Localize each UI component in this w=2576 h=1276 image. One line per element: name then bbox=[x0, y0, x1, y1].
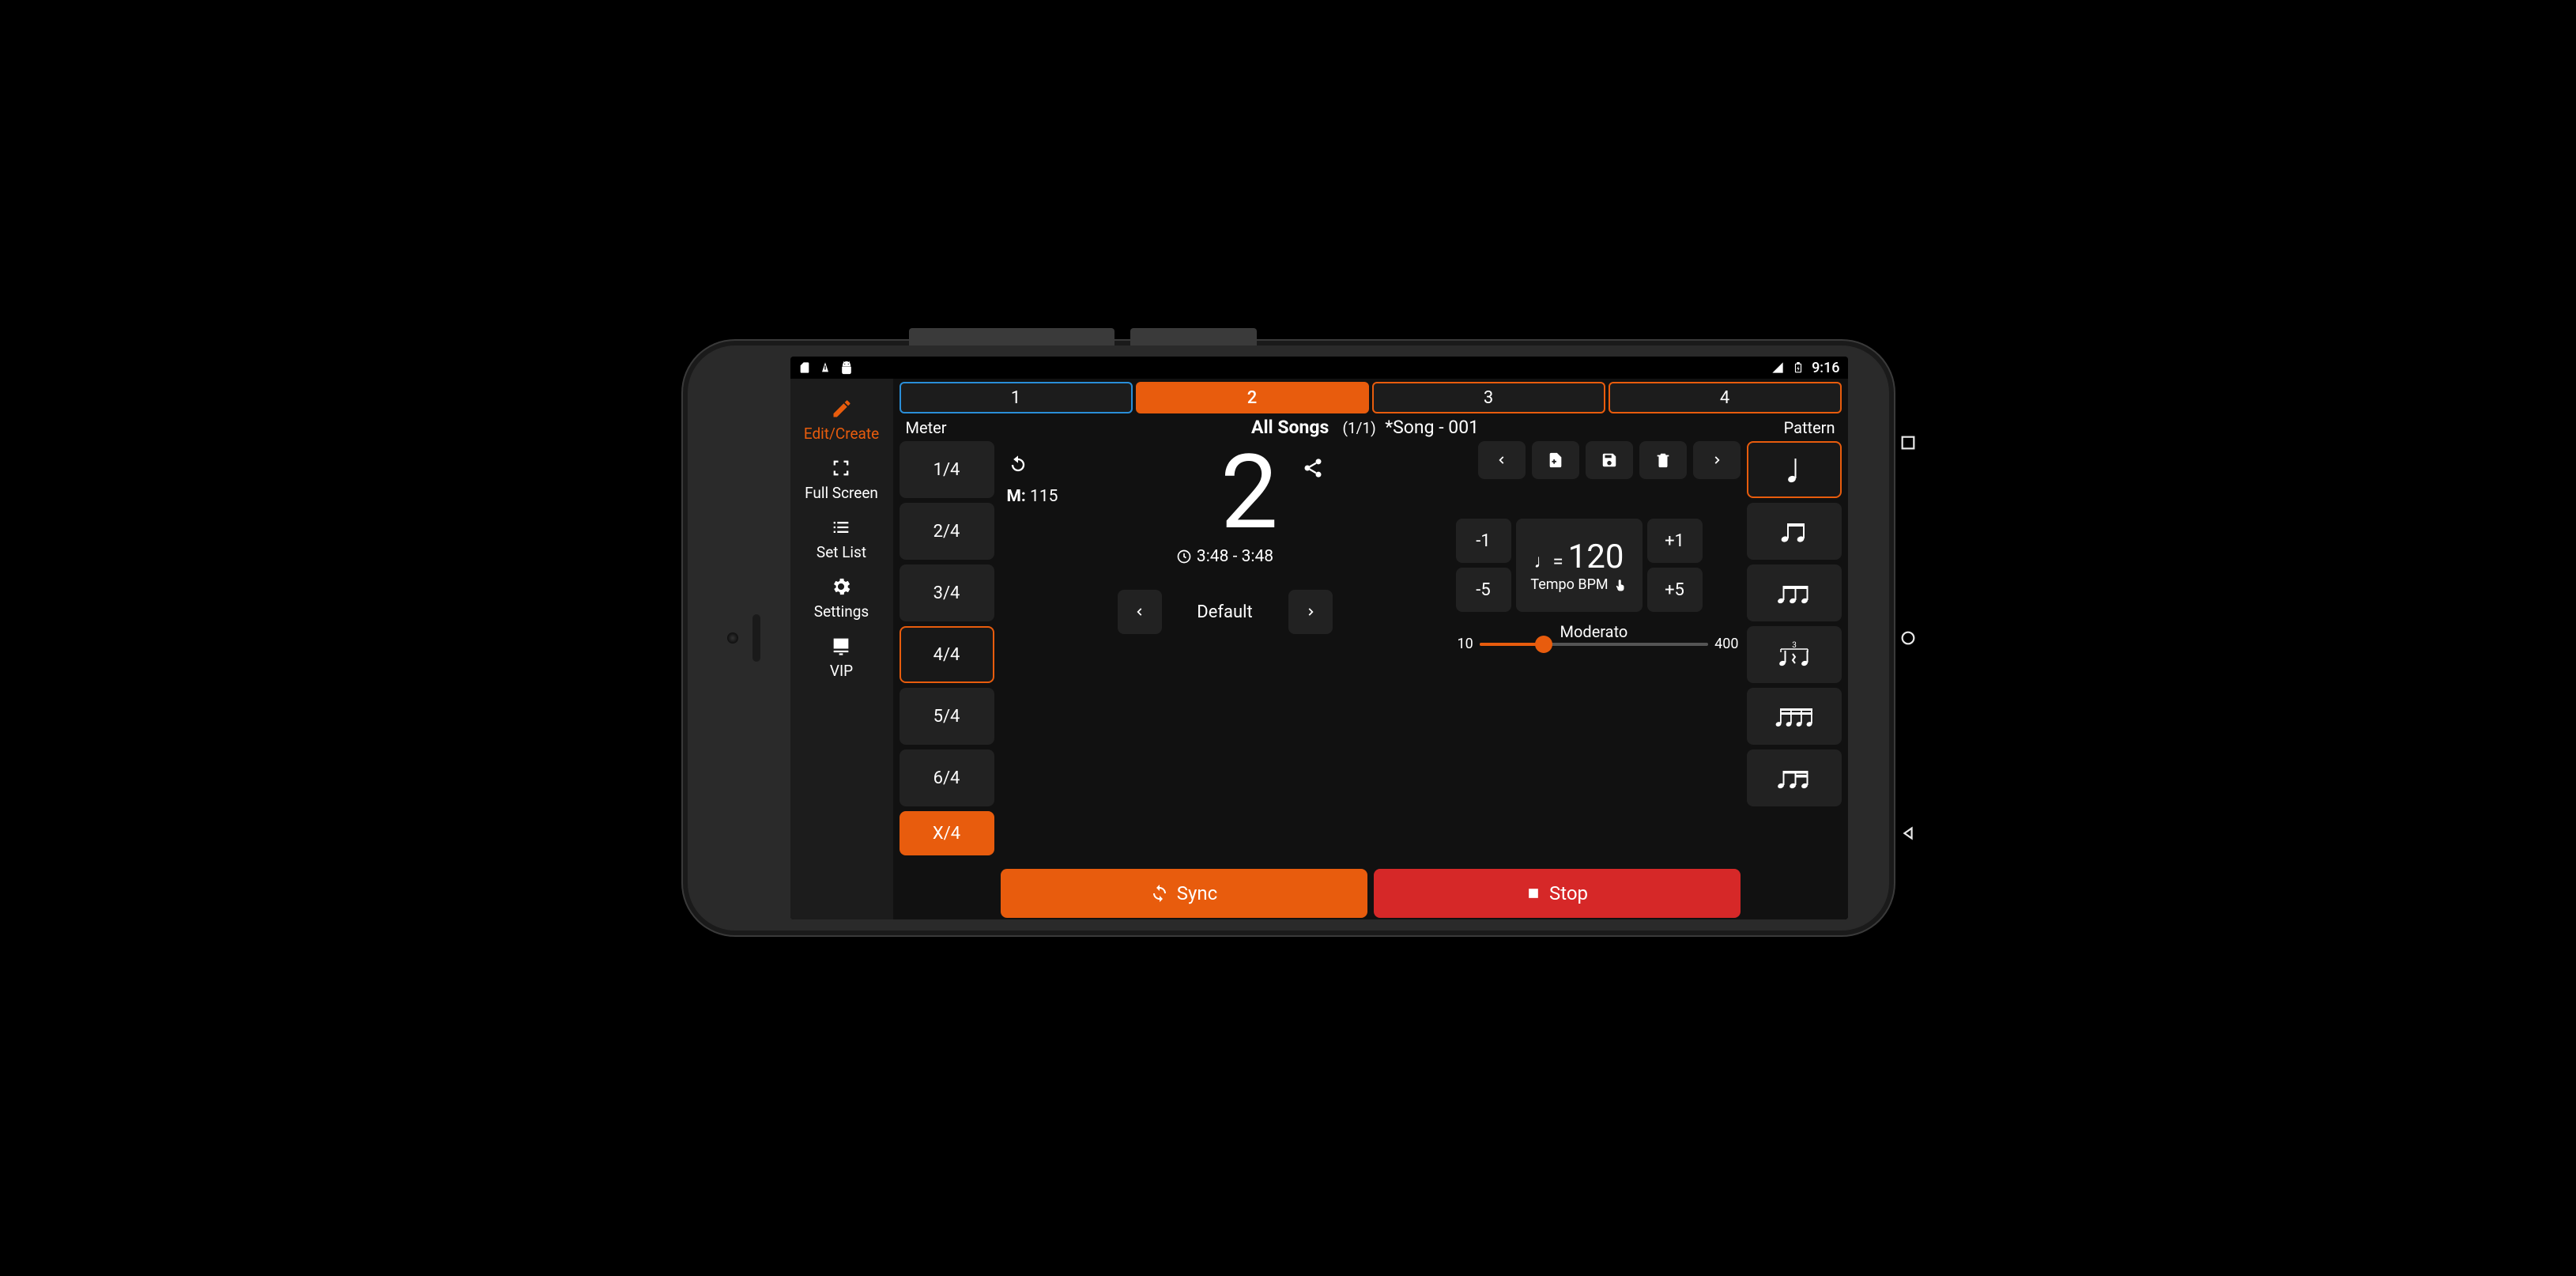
pattern-column: 3 bbox=[1747, 441, 1842, 919]
chevron-right-icon bbox=[1711, 452, 1722, 468]
sidebar-item-vip[interactable]: VIP bbox=[830, 635, 853, 680]
set-name[interactable]: Default bbox=[1170, 602, 1280, 622]
sixteenth-icon bbox=[1774, 704, 1815, 728]
sdcard-icon bbox=[798, 361, 811, 375]
sidebar-item-label: Full Screen bbox=[805, 484, 878, 502]
beat-cell-2[interactable]: 2 bbox=[1136, 382, 1369, 413]
sidebar-item-label: Edit/Create bbox=[804, 425, 879, 443]
tempo-dec-1-button[interactable]: -1 bbox=[1456, 519, 1511, 563]
chevron-left-icon bbox=[1496, 452, 1507, 468]
meter-5-4[interactable]: 5/4 bbox=[900, 688, 994, 745]
meter-6-4[interactable]: 6/4 bbox=[900, 749, 994, 806]
set-prev-button[interactable] bbox=[1118, 590, 1162, 634]
status-bar: 9:16 bbox=[790, 357, 1848, 379]
sidebar-item-label: Settings bbox=[814, 602, 869, 621]
battery-charging-icon bbox=[1793, 361, 1804, 375]
pattern-label: Pattern bbox=[1784, 418, 1835, 437]
nav-back-icon[interactable] bbox=[1899, 825, 1917, 842]
tempo-slider[interactable]: Moderato bbox=[1480, 643, 1708, 646]
song-save-button[interactable] bbox=[1586, 441, 1633, 479]
monitor-icon bbox=[830, 635, 852, 657]
pattern-triplet-rest[interactable]: 3 bbox=[1747, 626, 1842, 683]
chevron-right-icon bbox=[1305, 604, 1316, 620]
signal-icon bbox=[1771, 361, 1785, 374]
tempo-inc-5-button[interactable]: +5 bbox=[1647, 568, 1703, 612]
bpm-display[interactable]: ♩= 120 Tempo BPM bbox=[1516, 519, 1643, 612]
meter-label: Meter bbox=[906, 418, 947, 437]
metronome-icon bbox=[819, 361, 832, 375]
meter-column: 1/4 2/4 3/4 4/4 5/4 6/4 X/4 bbox=[900, 441, 994, 919]
stop-button[interactable]: Stop bbox=[1374, 869, 1741, 918]
pattern-quarter[interactable] bbox=[1747, 441, 1842, 498]
sidebar-item-settings[interactable]: Settings bbox=[814, 576, 869, 621]
tempo-marking: Moderato bbox=[1560, 622, 1628, 641]
nav-home-icon[interactable] bbox=[1899, 629, 1917, 647]
eighth-pair-icon bbox=[1778, 519, 1810, 543]
save-icon bbox=[1601, 451, 1618, 469]
nav-recent-icon[interactable] bbox=[1899, 434, 1917, 451]
pattern-eighth-pair[interactable] bbox=[1747, 503, 1842, 560]
pattern-eighth-pair-2[interactable] bbox=[1747, 749, 1842, 806]
sidebar-item-label: Set List bbox=[817, 543, 866, 561]
stop-icon bbox=[1526, 885, 1541, 901]
tempo-dec-5-button[interactable]: -5 bbox=[1456, 568, 1511, 612]
tap-icon bbox=[1613, 578, 1627, 592]
beat-cell-3[interactable]: 3 bbox=[1372, 382, 1605, 413]
pencil-icon bbox=[831, 398, 853, 420]
sidebar-item-label: VIP bbox=[830, 662, 853, 680]
quarter-note-icon bbox=[1784, 455, 1805, 484]
meter-1-4[interactable]: 1/4 bbox=[900, 441, 994, 498]
triplet-icon bbox=[1775, 581, 1813, 605]
meter-2-4[interactable]: 2/4 bbox=[900, 503, 994, 560]
meter-3-4[interactable]: 3/4 bbox=[900, 564, 994, 621]
song-title[interactable]: All Songs (1/1) *Song - 001 bbox=[1251, 417, 1479, 438]
set-next-button[interactable] bbox=[1288, 590, 1333, 634]
song-prev-button[interactable] bbox=[1478, 441, 1526, 479]
chevron-left-icon bbox=[1134, 604, 1145, 620]
tempo-inc-1-button[interactable]: +1 bbox=[1647, 519, 1703, 563]
meter-4-4[interactable]: 4/4 bbox=[900, 626, 994, 683]
clock-icon bbox=[1176, 549, 1192, 564]
pattern-sixteenth[interactable] bbox=[1747, 688, 1842, 745]
list-icon bbox=[830, 516, 852, 538]
status-time: 9:16 bbox=[1812, 360, 1839, 376]
pattern-triplet[interactable] bbox=[1747, 564, 1842, 621]
tempo-min: 10 bbox=[1458, 636, 1473, 652]
sync-icon bbox=[1150, 884, 1169, 903]
sidebar: Edit/Create Full Screen Set List Setting… bbox=[790, 379, 893, 919]
fullscreen-icon bbox=[830, 457, 852, 479]
sidebar-item-edit-create[interactable]: Edit/Create bbox=[804, 398, 879, 443]
file-add-icon bbox=[1547, 451, 1564, 469]
trash-icon bbox=[1654, 451, 1672, 469]
measure-count: M: 115 bbox=[1007, 487, 1058, 506]
android-nav-bar bbox=[1894, 345, 1922, 931]
tempo-max: 400 bbox=[1714, 636, 1738, 652]
reset-icon[interactable] bbox=[1007, 454, 1029, 476]
meter-custom[interactable]: X/4 bbox=[900, 811, 994, 855]
triplet-rest-icon: 3 bbox=[1775, 641, 1814, 668]
gear-icon bbox=[830, 576, 852, 598]
eighth-pair-2-icon bbox=[1775, 766, 1813, 790]
beat-cell-1[interactable]: 1 bbox=[900, 382, 1133, 413]
song-delete-button[interactable] bbox=[1639, 441, 1687, 479]
beat-cell-4[interactable]: 4 bbox=[1609, 382, 1842, 413]
song-new-button[interactable] bbox=[1532, 441, 1579, 479]
song-next-button[interactable] bbox=[1693, 441, 1741, 479]
share-icon[interactable] bbox=[1302, 457, 1324, 479]
beat-row: 1 2 3 4 bbox=[900, 382, 1842, 413]
sidebar-item-full-screen[interactable]: Full Screen bbox=[805, 457, 878, 502]
time-display: 3:48 - 3:48 bbox=[1001, 547, 1450, 566]
current-beat-display: 2 bbox=[1220, 441, 1278, 544]
android-icon bbox=[839, 361, 854, 375]
sidebar-item-set-list[interactable]: Set List bbox=[817, 516, 866, 561]
sync-button[interactable]: Sync bbox=[1001, 869, 1367, 918]
